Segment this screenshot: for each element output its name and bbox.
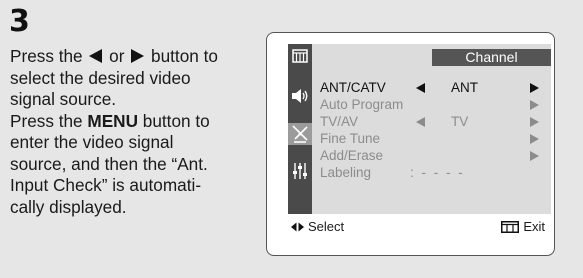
step-number: 3	[9, 4, 30, 39]
instruction-text: button to	[138, 110, 210, 131]
menu-rows: ANT/CATV ANT Auto Program TV/AV TV Fine …	[320, 79, 545, 181]
instruction-line: signal source.	[10, 89, 117, 109]
picture-icon[interactable]	[291, 48, 309, 66]
menu-item-label: Auto Program	[320, 97, 404, 112]
menu-item-auto-program[interactable]: Auto Program	[320, 96, 545, 113]
right-arrow-icon[interactable]	[530, 83, 539, 93]
menu-item-ant-catv[interactable]: ANT/CATV ANT	[320, 79, 545, 96]
menu-item-label: Labeling	[320, 165, 372, 180]
step-instructions: Press the or button to select the desire…	[10, 46, 260, 218]
channel-menu: Channel ANT/CATV ANT Auto Program TV/AV	[288, 44, 551, 214]
instruction-line: cally displayed.	[10, 196, 127, 217]
right-arrow-icon[interactable]	[530, 151, 539, 161]
antenna-icon[interactable]	[288, 123, 312, 145]
speaker-icon[interactable]	[291, 88, 309, 106]
osd-footer: Select Exit	[288, 216, 551, 238]
instruction-text: Press the	[10, 46, 83, 66]
menu-title: Channel	[432, 49, 551, 66]
menu-item-label: TV/AV	[320, 114, 359, 129]
menu-button-icon	[501, 220, 520, 233]
instruction-line: Input Check” is automati-	[10, 175, 202, 195]
instruction-line: source, and then the “Ant.	[10, 153, 208, 174]
instruction-text: Press the	[10, 110, 88, 131]
instruction-text: or	[109, 46, 125, 66]
select-hint: Select	[291, 216, 344, 238]
left-arrow-icon	[89, 49, 103, 64]
left-arrow-icon[interactable]	[416, 117, 425, 127]
menu-item-label: ANT/CATV	[320, 80, 386, 95]
menu-item-value: : - - - -	[410, 165, 465, 180]
instruction-line: select the desired video	[10, 67, 191, 88]
left-arrow-icon[interactable]	[416, 83, 425, 93]
menu-item-label: Add/Erase	[320, 148, 384, 163]
instruction-line: Press the or button to	[10, 46, 260, 68]
menu-sidebar	[288, 44, 312, 214]
menu-item-tv-av[interactable]: TV/AV TV	[320, 113, 545, 130]
select-label: Select	[308, 219, 345, 234]
left-right-arrows-icon	[291, 222, 304, 232]
right-arrow-icon[interactable]	[530, 134, 539, 144]
instruction-line: enter the video signal	[10, 132, 174, 152]
menu-item-value: ANT	[451, 80, 478, 95]
tv-osd-screen: Channel ANT/CATV ANT Auto Program TV/AV	[266, 32, 555, 256]
right-arrow-icon	[131, 49, 145, 64]
menu-item-value: TV	[451, 114, 469, 129]
menu-item-add-erase[interactable]: Add/Erase	[320, 147, 545, 164]
instruction-text: button to	[151, 46, 218, 66]
manual-page: 3 Press the or button to select the desi…	[0, 0, 583, 278]
exit-hint: Exit	[501, 216, 545, 238]
menu-panel: Channel ANT/CATV ANT Auto Program TV/AV	[312, 44, 551, 214]
instruction-line: Press the MENU button to	[10, 111, 260, 133]
right-arrow-icon[interactable]	[530, 117, 539, 127]
menu-item-label: Fine Tune	[320, 131, 381, 146]
menu-button-name: MENU	[87, 110, 138, 131]
right-arrow-icon[interactable]	[530, 100, 539, 110]
menu-item-labeling[interactable]: Labeling : - - - -	[320, 164, 545, 181]
menu-item-fine-tune[interactable]: Fine Tune	[320, 130, 545, 147]
setup-sliders-icon[interactable]	[291, 162, 309, 180]
exit-label: Exit	[523, 219, 545, 234]
